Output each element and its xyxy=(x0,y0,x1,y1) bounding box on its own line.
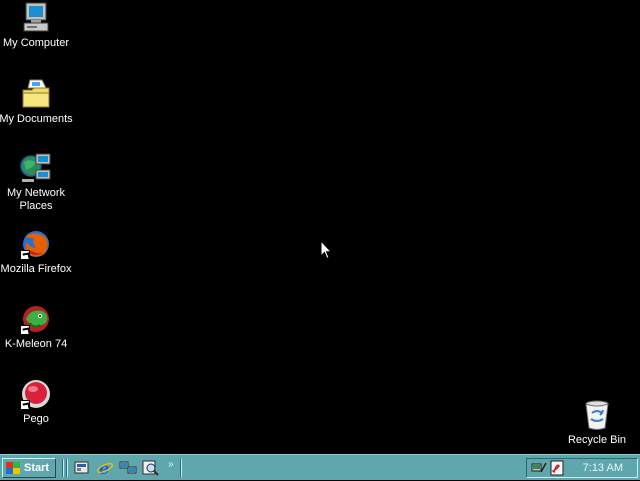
quick-launch-overflow-button[interactable]: » xyxy=(168,459,174,470)
system-tray: 7:13 AM xyxy=(526,458,638,478)
desktop-icon-my-network-places[interactable]: My Network Places xyxy=(0,152,74,213)
k-meleon-icon xyxy=(20,303,52,335)
desktop-icon-mozilla-firefox[interactable]: Mozilla Firefox xyxy=(0,228,74,276)
pdf-reader-icon[interactable] xyxy=(549,460,565,481)
shortcut-arrow-icon xyxy=(20,250,30,260)
taskbar-separator xyxy=(66,459,68,477)
taskbar-clock[interactable]: 7:13 AM xyxy=(583,462,623,474)
desktop-icon-my-documents[interactable]: My Documents xyxy=(0,78,74,126)
desktop-icon-label: Pego xyxy=(23,413,49,425)
pego-icon xyxy=(20,378,52,410)
search-icon[interactable] xyxy=(142,460,160,476)
start-button[interactable]: Start xyxy=(2,458,56,478)
desktop-icon-label: My Network Places xyxy=(6,187,66,212)
desktop-icon-label: My Documents xyxy=(0,113,73,125)
desktop-icon-label: K-Meleon 74 xyxy=(4,338,68,350)
desktop-icon-k-meleon[interactable]: K-Meleon 74 xyxy=(0,303,74,351)
windows-logo-icon xyxy=(5,461,21,475)
taskbar-separator xyxy=(180,459,182,477)
network-places-icon xyxy=(20,152,52,184)
desktop-icon-recycle-bin[interactable]: Recycle Bin xyxy=(559,399,635,447)
recycle-bin-icon xyxy=(581,399,613,431)
desktop-icon-label: My Computer xyxy=(2,37,70,49)
desktop-icon-label: Mozilla Firefox xyxy=(0,263,72,275)
computer-icon xyxy=(20,2,52,34)
shortcut-arrow-icon xyxy=(20,325,30,335)
folder-documents-icon xyxy=(20,78,52,110)
network-status-icon[interactable] xyxy=(531,460,547,481)
taskbar-separator xyxy=(62,459,64,477)
internet-explorer-icon[interactable]: e xyxy=(96,459,114,478)
firefox-icon xyxy=(20,228,52,260)
network-icon[interactable] xyxy=(119,460,137,476)
svg-text:e: e xyxy=(99,460,109,476)
mouse-cursor-icon xyxy=(320,239,333,265)
desktop-icon-pego[interactable]: Pego xyxy=(0,378,74,426)
desktop-icon-label: Recycle Bin xyxy=(567,434,627,446)
desktop[interactable]: My Computer My Documents My Network Plac… xyxy=(0,0,640,454)
shortcut-arrow-icon xyxy=(20,400,30,410)
start-label: Start xyxy=(24,462,50,474)
show-desktop-icon[interactable] xyxy=(73,460,91,476)
taskbar: Start e » 7:13 AM xyxy=(0,454,640,480)
desktop-icon-my-computer[interactable]: My Computer xyxy=(0,2,74,50)
